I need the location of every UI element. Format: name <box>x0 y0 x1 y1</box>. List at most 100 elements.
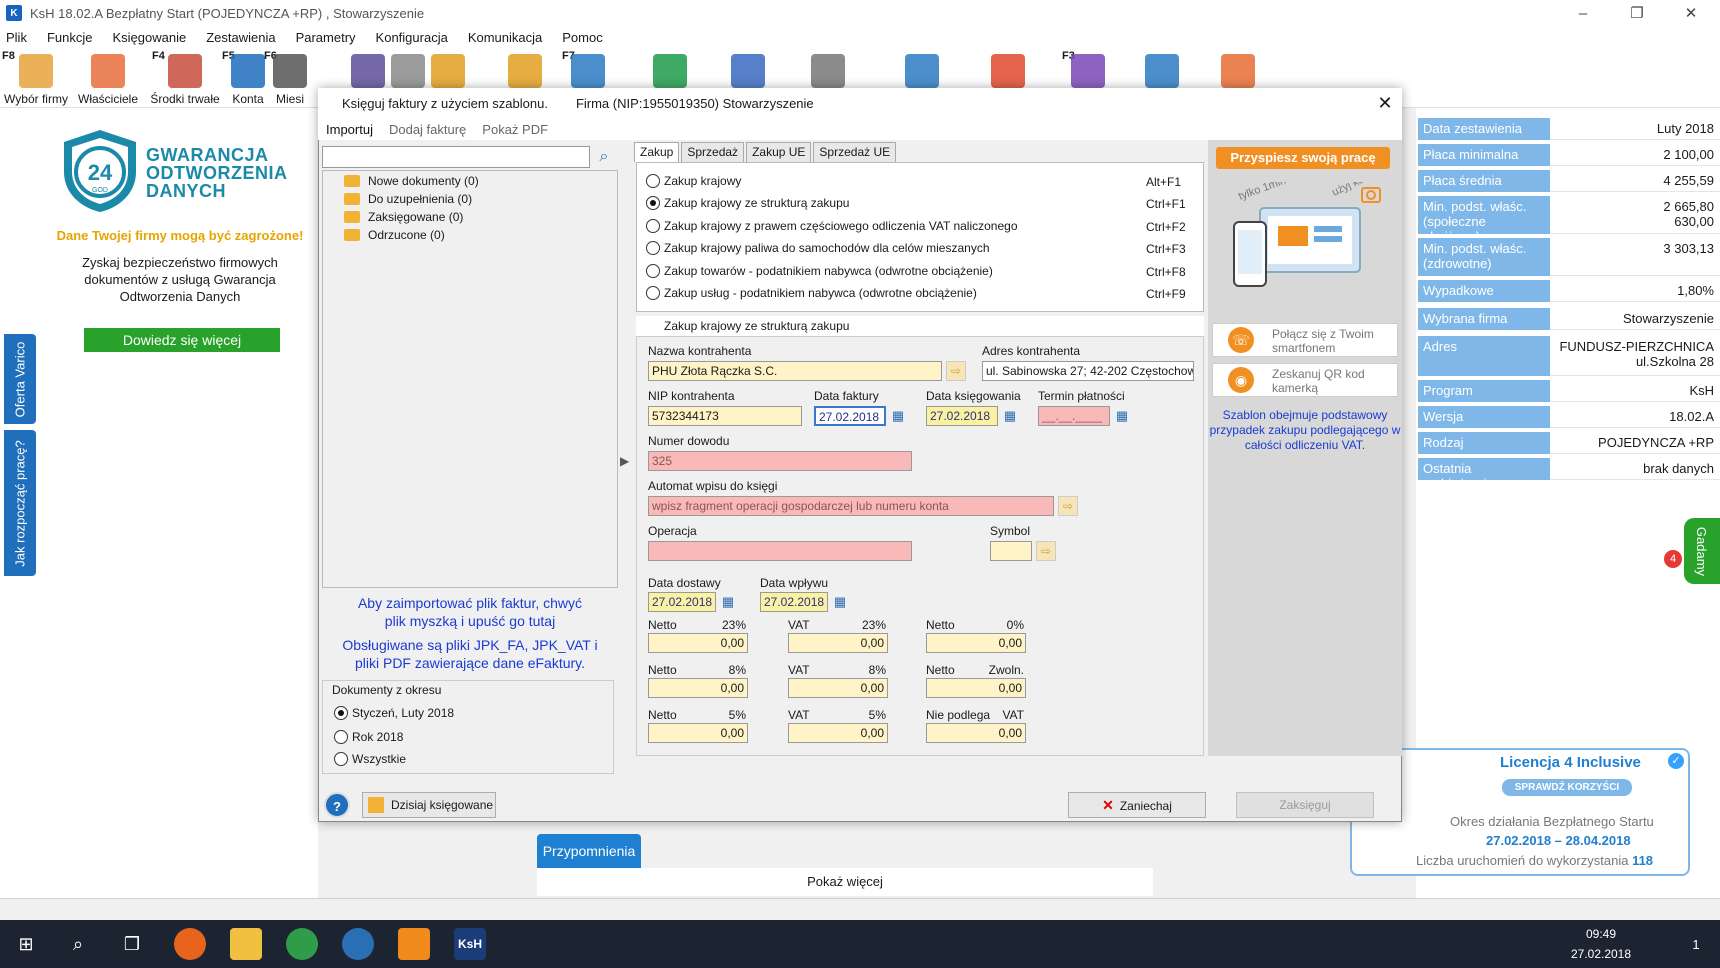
side-tab-varico-offer[interactable]: Oferta Varico <box>4 334 36 424</box>
symbol-field[interactable] <box>990 541 1032 561</box>
auto-entry-lookup-icon[interactable]: ⇨ <box>1058 496 1078 516</box>
task-view-icon[interactable]: ❐ <box>116 928 148 960</box>
minimize-button[interactable]: – <box>1560 0 1606 26</box>
amount-field[interactable]: 0,00 <box>788 723 888 743</box>
auto-entry-field[interactable]: wpisz fragment operacji gospodarczej lub… <box>648 496 1054 516</box>
calendar-icon <box>273 54 307 88</box>
purchase-type-option[interactable]: Zakup towarów - podatnikiem nabywca (odw… <box>646 263 993 278</box>
check-benefits-button[interactable]: SPRAWDŹ KORZYŚCI <box>1502 779 1632 796</box>
calendar-icon[interactable]: ▦ <box>718 592 738 612</box>
firefox-icon[interactable] <box>174 928 206 960</box>
maximize-button[interactable]: ❐ <box>1614 0 1660 26</box>
help-button[interactable]: ? <box>324 792 350 818</box>
period-option[interactable]: Wszystkie <box>334 752 406 766</box>
amount-field[interactable]: 0,00 <box>788 633 888 653</box>
tab-sale[interactable]: Sprzedaż <box>681 142 745 162</box>
thunderbird-icon[interactable] <box>342 928 374 960</box>
tab-sale-eu[interactable]: Sprzedaż UE <box>813 142 897 162</box>
tab-show-pdf[interactable]: Pokaż PDF <box>482 122 548 137</box>
menu-bar: Plik Funkcje Księgowanie Zestawienia Paramet… <box>0 26 1720 48</box>
chat-tab[interactable]: Gadamy <box>1684 518 1720 584</box>
ksh-icon[interactable]: KsH <box>454 928 486 960</box>
toolbar-button[interactable]: F6 Miesi <box>262 48 318 108</box>
tab-add-invoice[interactable]: Dodaj fakturę <box>389 122 466 137</box>
symbol-lookup-icon[interactable]: ⇨ <box>1036 541 1056 561</box>
delivery-date-field[interactable]: 27.02.2018 <box>648 592 716 612</box>
calendar-icon[interactable]: ▦ <box>1000 406 1020 426</box>
dialog-close-button[interactable]: ✕ <box>1370 90 1400 116</box>
info-value: FUNDUSZ-PIERZCHNICA ul.Szkolna 28 <box>1550 336 1720 376</box>
toolbar-button[interactable]: F4 Środki trwałe <box>150 48 220 108</box>
purchase-type-option[interactable]: Zakup usług - podatnikiem nabywca (odwro… <box>646 286 977 300</box>
menu-item[interactable]: Zestawienia <box>206 30 275 45</box>
menu-item[interactable]: Funkcje <box>47 30 93 45</box>
menu-item[interactable]: Konfiguracja <box>376 30 448 45</box>
info-value: 4 255,59 <box>1550 170 1720 192</box>
tree-item-to-complete[interactable]: Do uzupełnienia (0) <box>344 192 472 206</box>
calendar-icon[interactable]: ▦ <box>888 406 908 426</box>
tree-item-new[interactable]: Nowe dokumenty (0) <box>344 174 479 188</box>
close-button[interactable]: ✕ <box>1668 0 1714 26</box>
period-option[interactable]: Styczeń, Luty 2018 <box>334 706 454 720</box>
menu-item[interactable]: Księgowanie <box>112 30 186 45</box>
receipt-date-field[interactable]: 27.02.2018 <box>760 592 828 612</box>
menu-item[interactable]: Plik <box>6 30 27 45</box>
tree-item-booked[interactable]: Zaksięgowane (0) <box>344 210 463 224</box>
pie-chart-icon <box>991 54 1025 88</box>
calendar-icon[interactable]: ▦ <box>1112 406 1132 426</box>
cancel-button[interactable]: ✕ Zaniechaj <box>1068 792 1206 818</box>
purchase-type-option[interactable]: Zakup krajowy z prawem częściowego odlic… <box>646 218 1018 233</box>
contractor-address-field[interactable]: ul. Sabinowska 27; 42-202 Częstochowa <box>982 361 1194 381</box>
contractor-lookup-icon[interactable]: ⇨ <box>946 361 966 381</box>
chrome-icon[interactable] <box>286 928 318 960</box>
show-more-link[interactable]: Pokaż więcej <box>537 868 1153 896</box>
menu-item[interactable]: Parametry <box>296 30 356 45</box>
amount-field[interactable]: 0,00 <box>648 633 748 653</box>
search-icon[interactable]: ⌕ <box>62 928 94 960</box>
guarantee-title-line: DANYCH <box>146 181 227 201</box>
tab-purchase[interactable]: Zakup <box>634 142 680 162</box>
amount-field[interactable]: 0,00 <box>648 723 748 743</box>
taskbar-clock[interactable]: 09:49 27.02.2018 <box>1564 924 1638 964</box>
menu-item[interactable]: Pomoc <box>562 30 602 45</box>
toolbar-button[interactable]: Właściciele <box>78 48 138 108</box>
purchase-type-option[interactable]: Zakup krajowy paliwa do samochodów dla c… <box>646 241 990 256</box>
tree-item-rejected[interactable]: Odrzucone (0) <box>344 228 445 242</box>
amount-field[interactable]: 0,00 <box>648 678 748 698</box>
side-tab-getting-started[interactable]: Jak rozpocząć pracę? <box>4 430 36 576</box>
app-icon[interactable] <box>398 928 430 960</box>
toolbar-button[interactable]: F8 Wybór firmy <box>0 48 72 108</box>
template-note: Szablon obejmuje podstawowy przypadek za… <box>1209 408 1401 452</box>
promo-header[interactable]: Przyspiesz swoją pracę <box>1216 147 1390 169</box>
info-value: 2 100,00 <box>1550 144 1720 166</box>
doc-number-field[interactable]: 325 <box>648 451 912 471</box>
contractor-name-field[interactable]: PHU Złota Rączka S.C. <box>648 361 942 381</box>
windows-icon[interactable]: ⊞ <box>10 928 42 960</box>
book-button[interactable]: Zaksięguj <box>1236 792 1374 818</box>
splitter-arrow-icon[interactable]: ▶ <box>620 454 629 468</box>
search-icon[interactable]: ⌕ <box>594 146 614 168</box>
calendar-icon[interactable]: ▦ <box>830 592 850 612</box>
booking-date-field[interactable]: 27.02.2018 <box>926 406 998 426</box>
search-input[interactable] <box>322 146 590 168</box>
purchase-type-label: Zakup krajowy z prawem częściowego odlic… <box>664 218 1018 233</box>
purchase-type-option[interactable]: Zakup krajowy <box>646 174 741 188</box>
due-date-field[interactable]: __.__.____ <box>1038 406 1110 426</box>
tab-import[interactable]: Importuj <box>326 122 373 137</box>
notification-icon[interactable]: 1 <box>1680 928 1712 960</box>
logo-number: 24 <box>88 160 113 185</box>
period-option[interactable]: Rok 2018 <box>334 730 403 744</box>
explorer-icon[interactable] <box>230 928 262 960</box>
amount-field[interactable]: 0,00 <box>926 723 1026 743</box>
operation-field[interactable] <box>648 541 912 561</box>
menu-item[interactable]: Komunikacja <box>468 30 542 45</box>
learn-more-button[interactable]: Dowiedz się więcej <box>84 328 280 352</box>
tab-purchase-eu[interactable]: Zakup UE <box>746 142 812 162</box>
purchase-type-option[interactable]: Zakup krajowy ze strukturą zakupu <box>646 196 849 211</box>
nip-field[interactable]: 5732344173 <box>648 406 802 426</box>
amount-field[interactable]: 0,00 <box>926 678 1026 698</box>
amount-field[interactable]: 0,00 <box>926 633 1026 653</box>
reminders-tab[interactable]: Przypomnienia <box>537 834 641 868</box>
amount-field[interactable]: 0,00 <box>788 678 888 698</box>
invoice-date-field[interactable]: 27.02.2018 <box>814 406 886 426</box>
